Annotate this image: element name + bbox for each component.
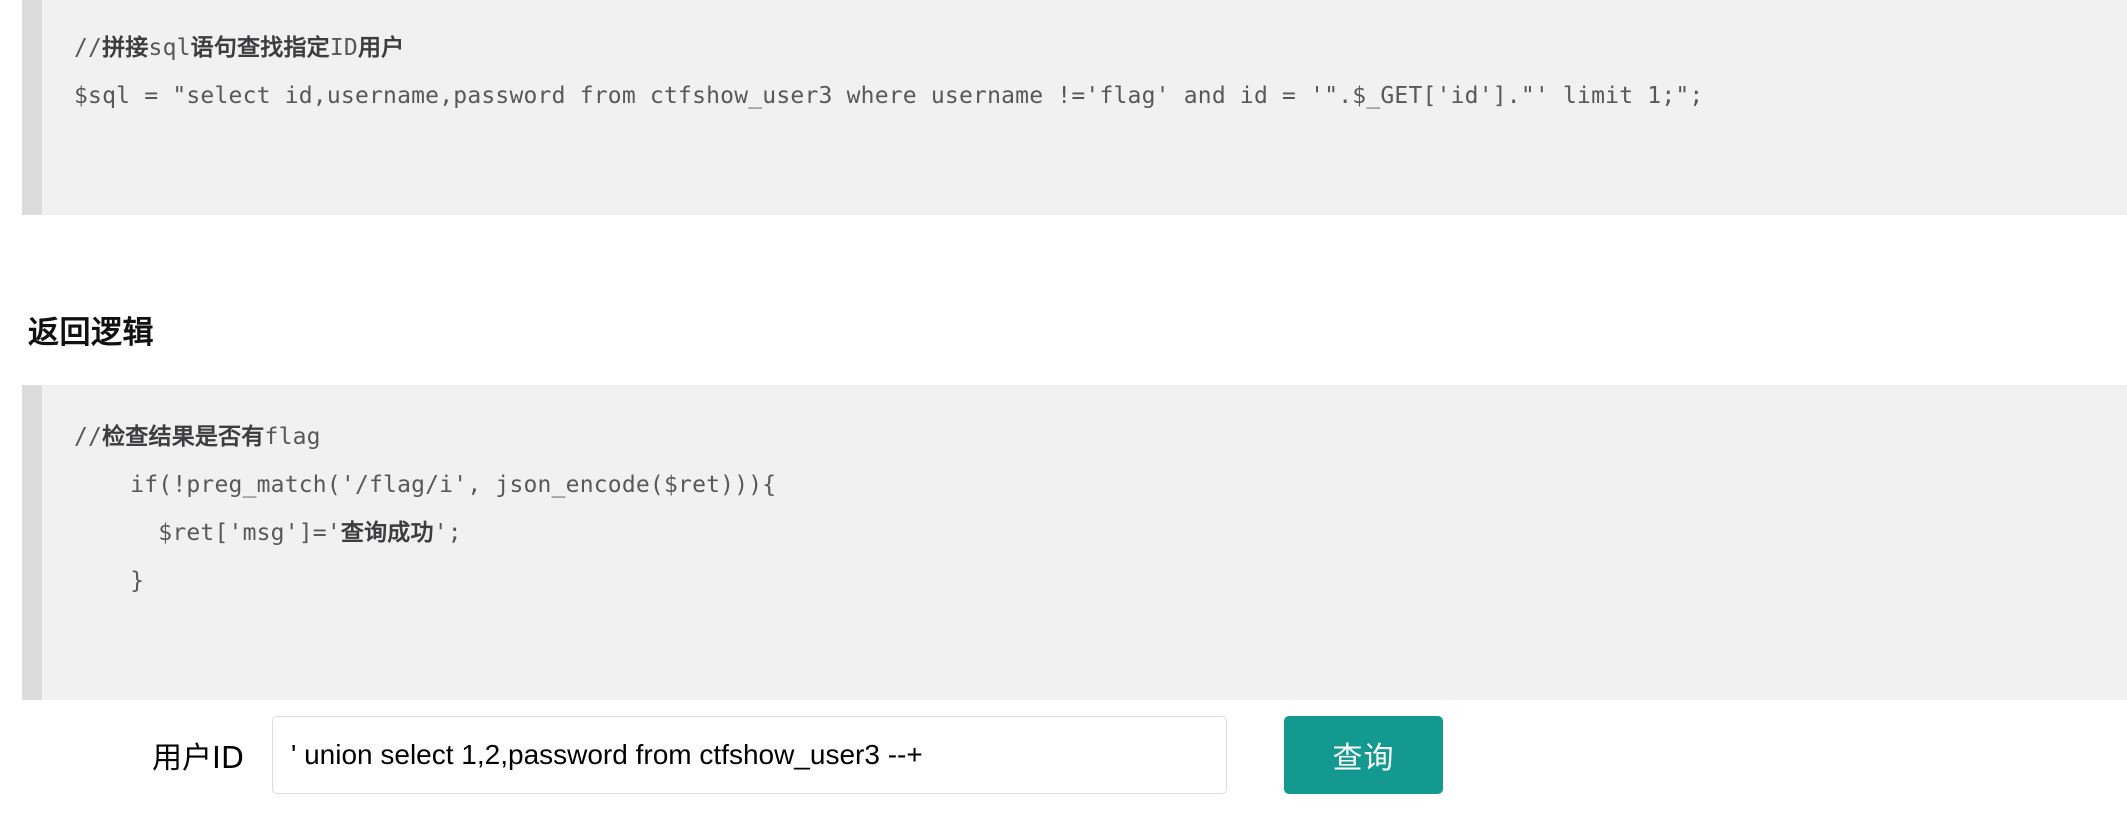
sql-comment-line: //拼接sql语句查找指定ID用户 bbox=[74, 24, 2127, 72]
user-id-input[interactable] bbox=[271, 716, 1227, 794]
comment-mono-2: ID bbox=[329, 35, 358, 61]
logic-comment-slashes: // bbox=[74, 424, 103, 450]
comment-cjk-3: 用户 bbox=[357, 35, 405, 61]
logic-if-line: if(!preg_match('/flag/i', json_encode($r… bbox=[74, 472, 777, 498]
query-submit-button[interactable]: 查询 bbox=[1283, 716, 1443, 794]
user-id-query-form: 用户ID 查询 bbox=[0, 716, 2127, 834]
comment-cjk-2: 语句查找指定 bbox=[190, 35, 330, 61]
logic-comment-line: //检查结果是否有flag bbox=[74, 413, 2127, 461]
logic-msg-suffix: '; bbox=[433, 520, 462, 546]
sql-code-block: //拼接sql语句查找指定ID用户 $sql = "select id,user… bbox=[22, 0, 2127, 215]
logic-msg-cjk: 查询成功 bbox=[340, 520, 434, 546]
logic-comment-mono: flag bbox=[264, 424, 321, 450]
logic-code-inner: //检查结果是否有flag if(!preg_match('/flag/i', … bbox=[42, 385, 2127, 635]
logic-comment-cjk: 检查结果是否有 bbox=[102, 424, 265, 450]
logic-code-block: //检查结果是否有flag if(!preg_match('/flag/i', … bbox=[22, 385, 2127, 700]
form-row: 用户ID 查询 bbox=[152, 716, 1443, 794]
comment-mono-1: sql bbox=[148, 35, 191, 61]
logic-msg-line: $ret['msg']='查询成功'; bbox=[74, 509, 2127, 557]
comment-slashes: // bbox=[74, 35, 103, 61]
logic-msg-prefix: $ret['msg']=' bbox=[74, 520, 341, 546]
sql-code-inner: //拼接sql语句查找指定ID用户 $sql = "select id,user… bbox=[42, 0, 2127, 150]
logic-close-brace-line: } bbox=[74, 568, 145, 594]
comment-cjk-1: 拼接 bbox=[102, 35, 149, 61]
sql-statement-line: $sql = "select id,username,password from… bbox=[74, 83, 1704, 109]
page-section-heading: 返回逻辑 bbox=[28, 315, 154, 351]
user-id-label: 用户ID bbox=[152, 741, 244, 776]
